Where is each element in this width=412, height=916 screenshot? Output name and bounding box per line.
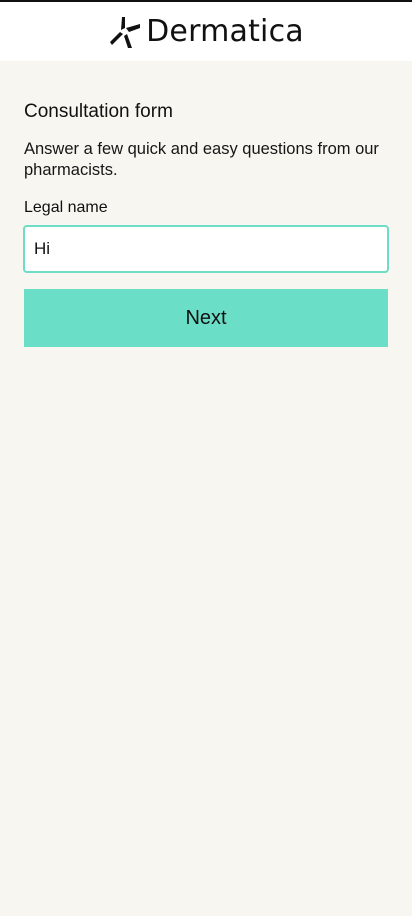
- site-header: Dermatica: [0, 2, 412, 61]
- form-title: Consultation form: [24, 101, 173, 122]
- pinwheel-logo-icon: [110, 16, 141, 48]
- legal-name-input[interactable]: [23, 225, 389, 273]
- brand-logo[interactable]: Dermatica: [108, 15, 304, 49]
- brand-name: Dermatica: [146, 13, 304, 49]
- legal-name-label: Legal name: [24, 199, 108, 216]
- form-intro: Answer a few quick and easy questions fr…: [24, 140, 379, 179]
- next-button[interactable]: Next: [24, 289, 388, 347]
